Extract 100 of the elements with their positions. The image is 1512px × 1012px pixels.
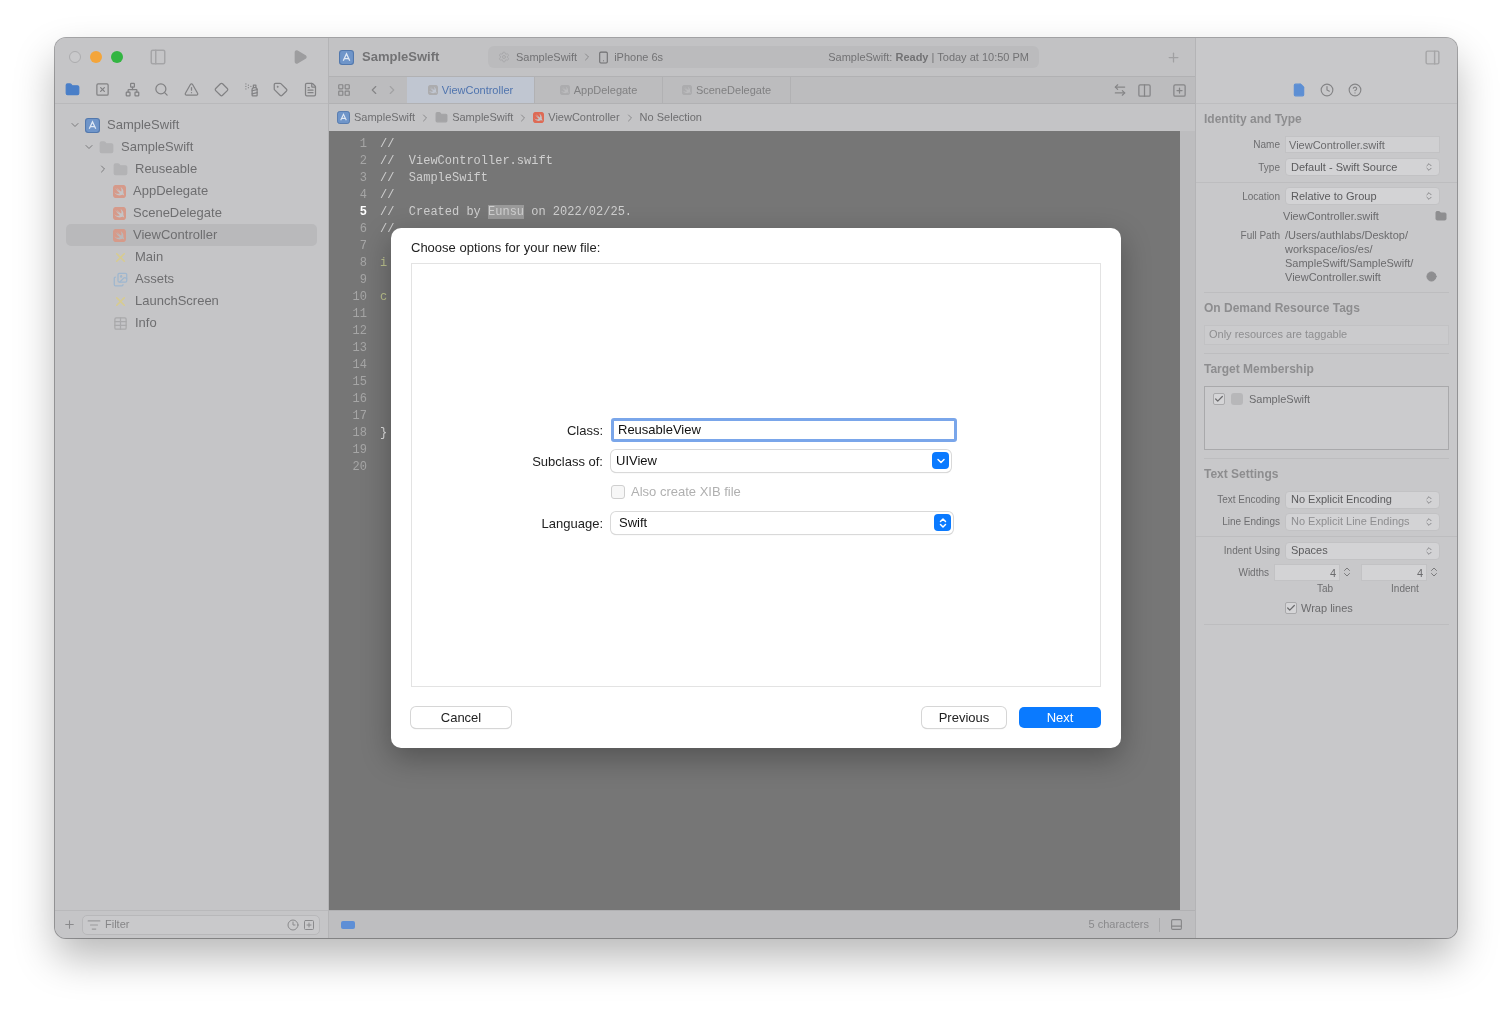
field-label: Class: (566, 422, 603, 438)
scheme-name[interactable]: SampleSwift (516, 48, 578, 66)
bird-icon (427, 85, 438, 95)
field-label: Text Encoding (1216, 493, 1281, 507)
square-x-icon[interactable] (94, 82, 110, 97)
bird-icon (533, 112, 545, 123)
updown-icon (1424, 191, 1434, 201)
next-button[interactable]: Next (1019, 707, 1101, 728)
editor-tab[interactable]: AppDelegate (535, 77, 663, 103)
class-name-field[interactable]: ReusableView (611, 417, 957, 442)
navigator-item[interactable]: SceneDelegate (66, 202, 317, 224)
code-line: // SampleSwift (380, 169, 489, 187)
navigator-item[interactable]: LaunchScreen (66, 290, 317, 312)
jump-bar-item[interactable]: ViewController (548, 109, 620, 126)
file-name: Reuseable (135, 160, 198, 179)
filter-icon (87, 917, 101, 932)
square-plus-icon[interactable] (303, 918, 315, 931)
target-checkbox[interactable] (1213, 392, 1225, 405)
navigator-item[interactable]: Info (66, 312, 317, 334)
indent-select[interactable]: Spaces (1285, 541, 1440, 560)
hierarchy-icon[interactable] (124, 82, 140, 97)
file-name: SampleSwift (121, 138, 194, 157)
file-icon[interactable] (1291, 82, 1306, 97)
folder-icon (435, 111, 449, 124)
tag-icon[interactable] (273, 82, 289, 97)
swap-icon[interactable] (1113, 83, 1127, 97)
minimize-window-button[interactable] (90, 51, 102, 63)
split-editor-icon[interactable] (1172, 82, 1187, 98)
run-icon[interactable] (292, 49, 308, 65)
warning-icon[interactable] (184, 82, 199, 97)
section-title: On Demand Resource Tags (1204, 299, 1361, 317)
navigator-item[interactable]: Main (66, 246, 317, 268)
device-name[interactable]: iPhone 6s (614, 48, 664, 66)
filter-field[interactable]: Filter (82, 914, 320, 935)
bird-icon (113, 184, 126, 198)
file-name: Main (135, 248, 164, 267)
clock-icon[interactable] (1319, 82, 1334, 97)
tags-field[interactable]: Only resources are taggable (1204, 324, 1449, 345)
table-icon (113, 315, 128, 331)
tab-caption: Tab (1315, 581, 1335, 596)
grid-icon[interactable] (337, 83, 351, 97)
navigator-item[interactable]: SampleSwift (66, 114, 317, 136)
folder-icon[interactable] (65, 82, 80, 97)
jump-bar-item[interactable]: No Selection (639, 109, 702, 126)
updown-icon (1424, 494, 1434, 505)
dialog-title: Choose options for your new file: (411, 239, 602, 257)
stepper-icon[interactable] (1428, 566, 1440, 578)
bird-icon (113, 228, 126, 242)
add-icon[interactable] (1166, 49, 1181, 65)
sidebar-toggle-icon[interactable] (149, 48, 167, 66)
number-field[interactable]: 4 (1274, 563, 1340, 581)
encoding-select[interactable]: No Explicit Encoding (1285, 490, 1440, 509)
subclass-dropdown[interactable]: UIView (611, 449, 951, 472)
field-label: Type (1257, 160, 1281, 175)
language-popup[interactable]: Swift (611, 511, 953, 534)
chevron-down-icon (932, 452, 949, 469)
inspector-toggle-icon[interactable] (1424, 48, 1441, 66)
target-name: SampleSwift (1249, 391, 1311, 407)
document-icon[interactable] (303, 82, 318, 97)
navigator-item[interactable]: AppDelegate (66, 180, 317, 202)
number-field[interactable]: 4 (1361, 563, 1427, 581)
updown-icon (934, 514, 951, 531)
indent-caption: Indent (1390, 581, 1420, 596)
type-select[interactable]: Default - Swift Source (1285, 158, 1440, 176)
jump-bar-item[interactable]: SampleSwift (354, 109, 416, 126)
close-window-button[interactable] (69, 51, 81, 63)
file-name: Assets (135, 270, 174, 289)
line-number: 5 (358, 203, 367, 221)
location-file: ViewController.swift (1283, 209, 1380, 224)
search-icon[interactable] (154, 82, 170, 97)
location-select[interactable]: Relative to Group (1285, 187, 1440, 205)
code-line: // (380, 186, 395, 204)
previous-button[interactable]: Previous (922, 707, 1006, 728)
section-title: Identity and Type (1204, 111, 1303, 128)
navigator-item[interactable]: Reuseable (66, 158, 317, 180)
phone-icon[interactable] (597, 50, 611, 64)
columns-icon[interactable] (1137, 82, 1152, 98)
add-icon[interactable] (63, 918, 76, 931)
navigator-item[interactable]: SampleSwift (66, 136, 317, 158)
wrap-checkbox[interactable] (1285, 601, 1297, 614)
tag-icon[interactable] (341, 920, 355, 929)
field-label: Full Path (1239, 228, 1281, 243)
folder-icon[interactable] (1435, 210, 1447, 223)
jump-bar-item[interactable]: SampleSwift (452, 109, 514, 126)
diamond-icon[interactable] (213, 82, 229, 97)
navigator-item[interactable]: ViewController (66, 224, 317, 246)
help-icon[interactable] (1347, 82, 1362, 97)
navigator-item[interactable]: Assets (66, 268, 317, 290)
cancel-button[interactable]: Cancel (411, 707, 511, 728)
field-label: Language: (541, 515, 603, 531)
panel-toggle-icon[interactable] (1170, 918, 1183, 931)
images-icon (113, 271, 128, 287)
zoom-window-button[interactable] (111, 51, 123, 63)
clock-icon[interactable] (287, 918, 299, 931)
editor-tab[interactable]: SceneDelegate (663, 77, 791, 103)
spray-can-icon[interactable] (243, 82, 259, 97)
stepper-icon[interactable] (1341, 566, 1353, 578)
name-field[interactable]: ViewController.swift (1285, 136, 1440, 153)
editor-tab[interactable]: ViewController (407, 77, 535, 103)
field-label: Subclass of: (532, 453, 603, 469)
